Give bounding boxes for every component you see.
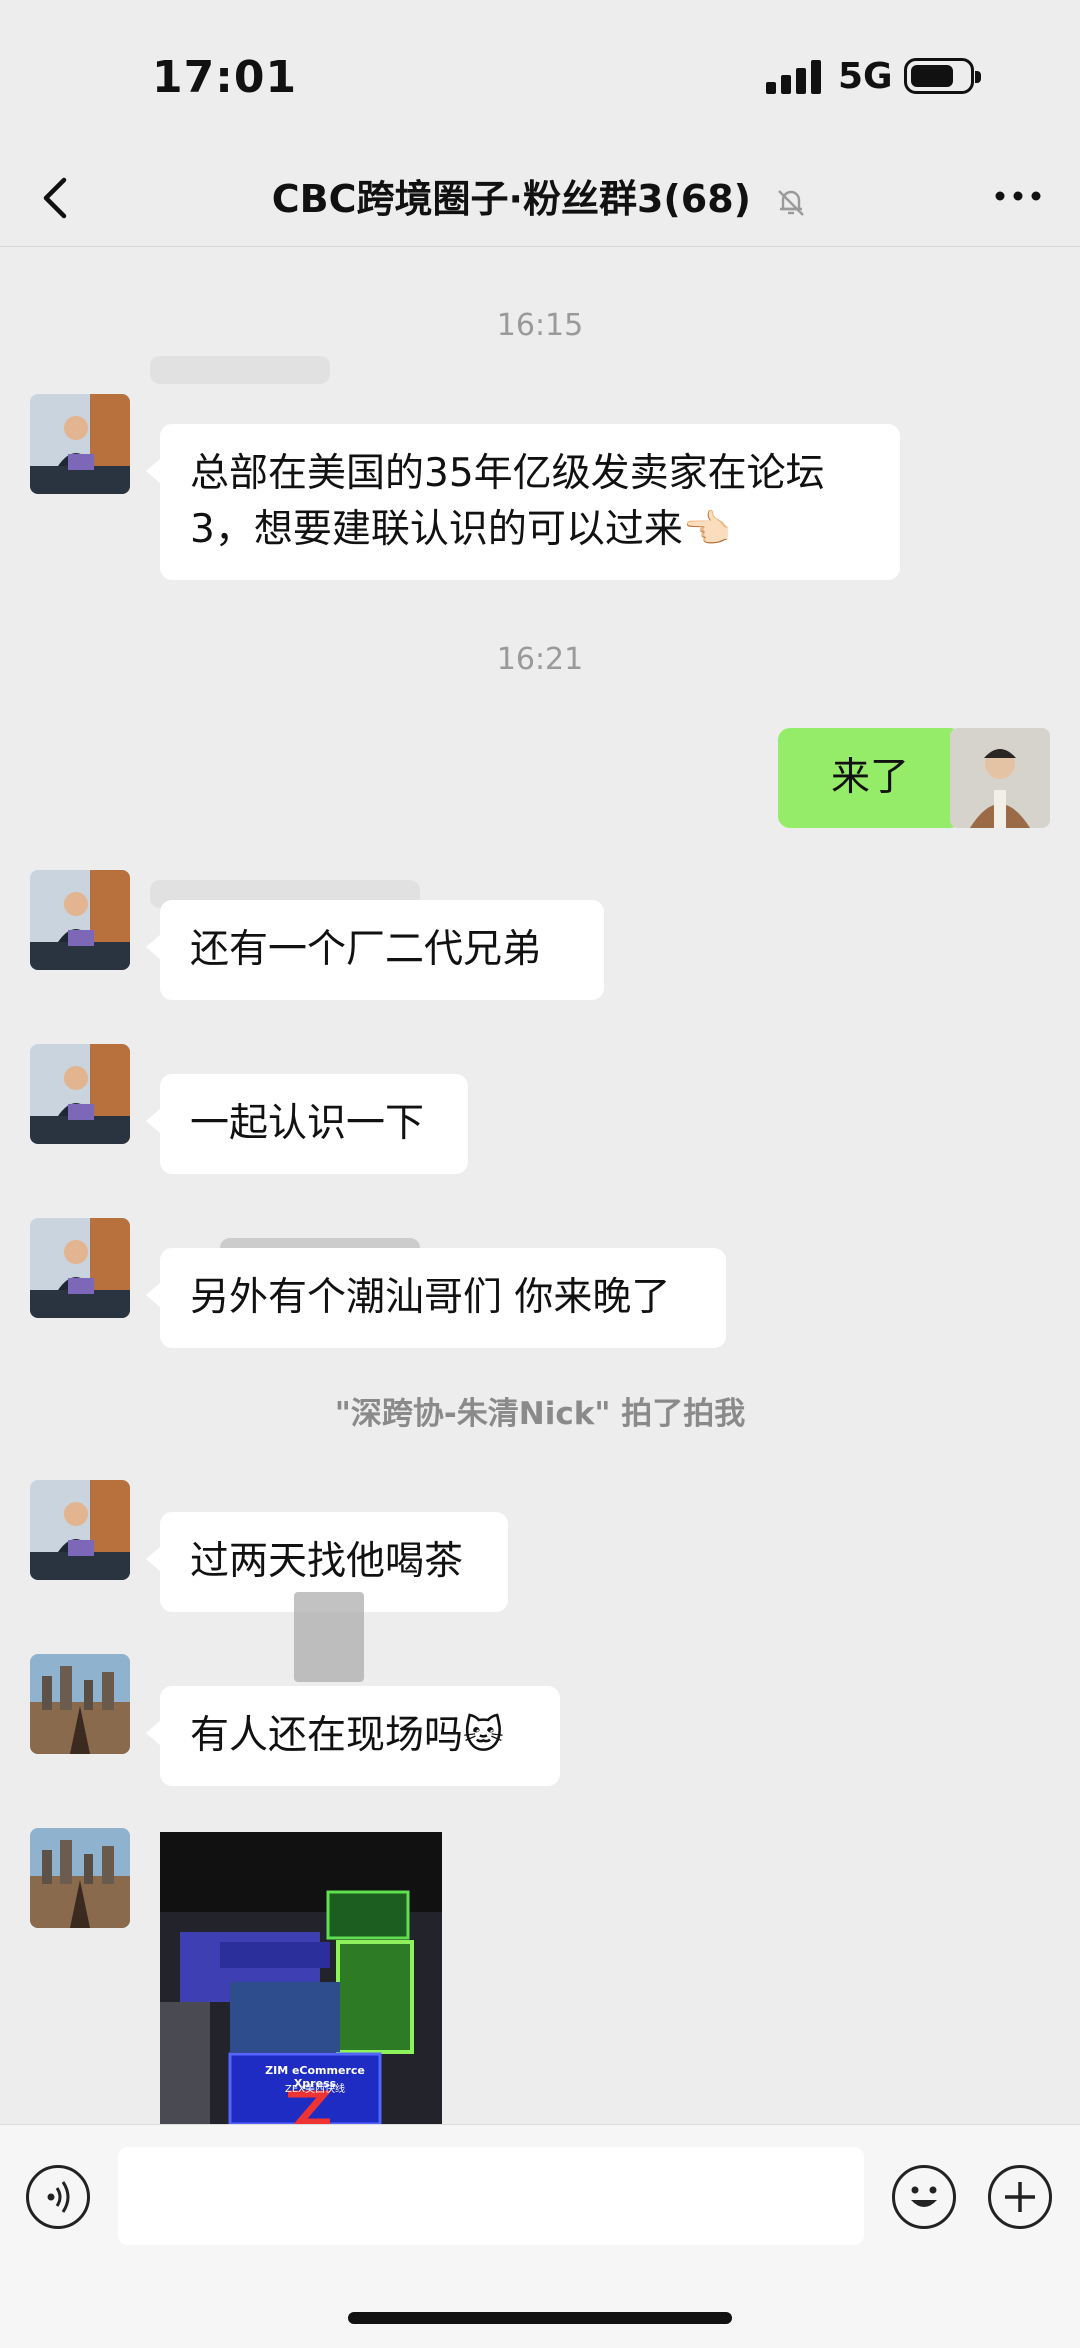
- avatar[interactable]: [30, 1654, 130, 1754]
- battery-icon: [904, 58, 981, 94]
- emoji-icon[interactable]: [892, 2165, 956, 2229]
- sender-name-blurred: [150, 356, 330, 384]
- status-bar: 17:01 5G: [0, 0, 1080, 150]
- signal-icon: [766, 60, 822, 94]
- avatar[interactable]: [30, 1480, 130, 1580]
- status-time: 17:01: [152, 52, 298, 103]
- mute-bell-icon: [778, 189, 805, 216]
- timestamp: 16:21: [496, 642, 584, 677]
- home-indicator[interactable]: [348, 2312, 732, 2324]
- message-input[interactable]: [118, 2147, 864, 2245]
- more-dots-icon[interactable]: [990, 176, 1046, 216]
- message-bubble[interactable]: 还有一个厂二代兄弟: [146, 900, 604, 1000]
- avatar[interactable]: [30, 1044, 130, 1144]
- image-sign-line2: ZEX美西快线: [284, 2084, 346, 2095]
- message-bubble[interactable]: 另外有个潮汕哥们 你来晚了: [146, 1248, 726, 1348]
- pat-notice: "深跨协-朱清Nick" 拍了拍我: [334, 1396, 746, 1432]
- avatar[interactable]: [30, 1828, 130, 1928]
- image-message[interactable]: ZIM eCommerce Xpress ZEX美西快线: [160, 1832, 442, 2124]
- message-bubble[interactable]: 有人还在现场吗🐱: [146, 1686, 560, 1786]
- chat-header: CBC跨境圈子·粉丝群3(68): [0, 150, 1080, 247]
- message-bubble[interactable]: 总部在美国的35年亿级发卖家在论坛3，想要建联认识的可以过来👈🏻: [146, 424, 900, 580]
- chat-title-wrap[interactable]: CBC跨境圈子·粉丝群3(68): [0, 168, 1080, 223]
- network-label: 5G: [838, 56, 893, 97]
- message-bubble[interactable]: 一起认识一下: [146, 1074, 468, 1174]
- avatar[interactable]: [30, 394, 130, 494]
- chat-title: CBC跨境圈子·粉丝群3(68): [271, 177, 751, 221]
- voice-icon[interactable]: [26, 2165, 90, 2229]
- avatar[interactable]: [30, 870, 130, 970]
- avatar[interactable]: [30, 1218, 130, 1318]
- plus-icon[interactable]: [988, 2165, 1052, 2229]
- sender-name-blurred: [294, 1592, 364, 1682]
- my-avatar[interactable]: [950, 728, 1050, 828]
- timestamp: 16:15: [496, 308, 584, 343]
- message-bubble-sent[interactable]: 来了: [778, 728, 976, 828]
